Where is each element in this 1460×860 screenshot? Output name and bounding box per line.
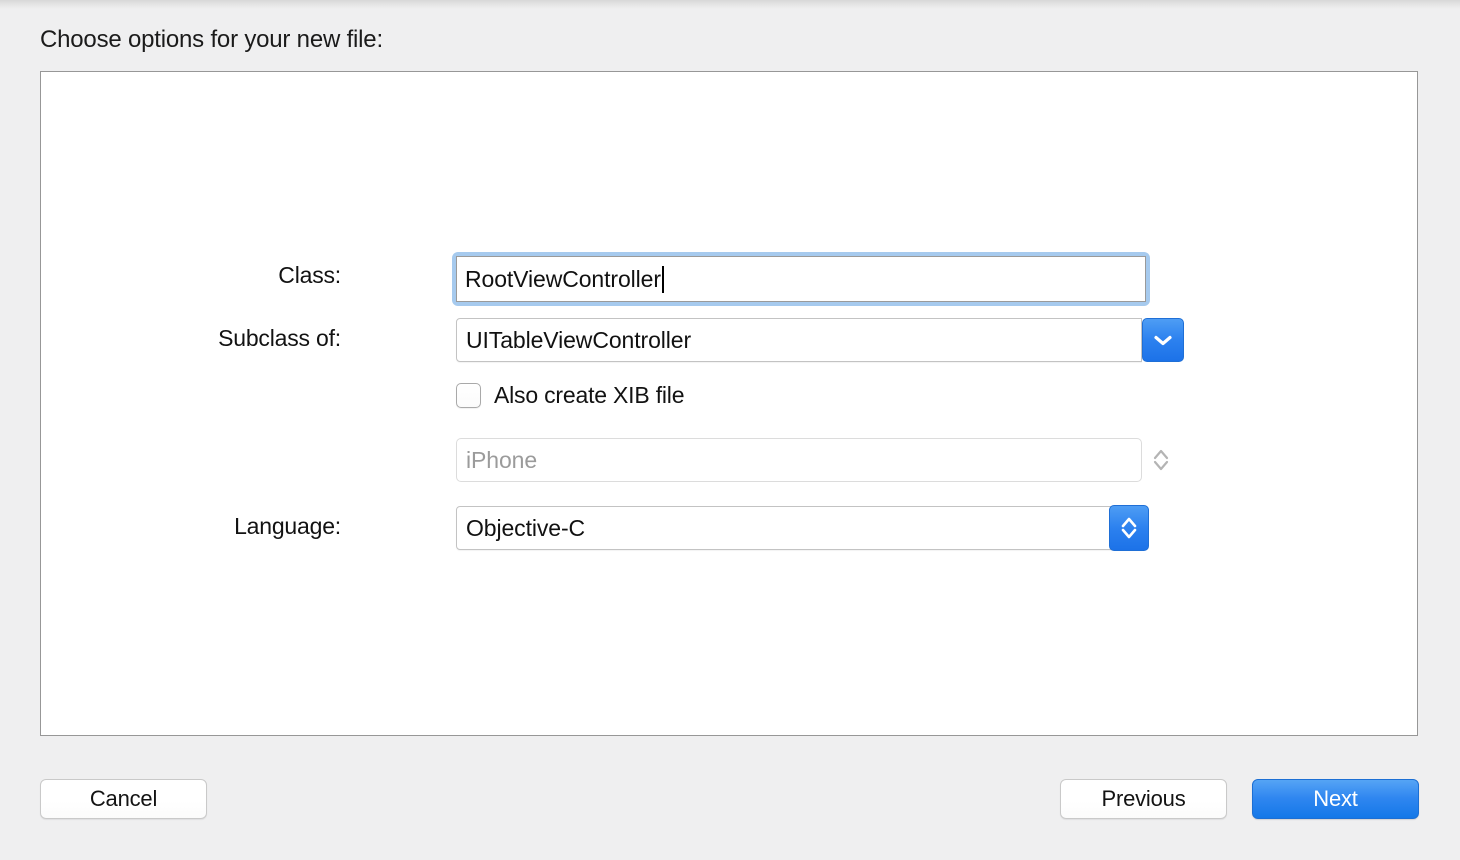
class-input[interactable]: RootViewController	[456, 256, 1146, 302]
stepper-chevrons-icon	[1151, 446, 1171, 474]
next-button[interactable]: Next	[1252, 779, 1419, 819]
language-popup[interactable]: Objective-C	[456, 506, 1142, 550]
also-create-xib-checkbox-row[interactable]: Also create XIB file	[456, 382, 685, 409]
also-create-xib-label: Also create XIB file	[494, 382, 685, 408]
new-file-options-form: Class: RootViewController Subclass of: U…	[41, 72, 1417, 735]
subclass-label: Subclass of:	[218, 325, 341, 351]
window-top-strip	[0, 0, 1460, 9]
language-popup-button[interactable]	[1109, 505, 1149, 551]
language-popup-value: Objective-C	[466, 514, 586, 541]
chevron-down-icon	[1153, 334, 1173, 347]
subclass-dropdown-button[interactable]	[1142, 318, 1184, 362]
class-label: Class:	[278, 262, 341, 288]
language-label: Language:	[234, 513, 341, 539]
device-popup: iPhone	[456, 438, 1142, 482]
device-popup-value: iPhone	[466, 446, 538, 473]
subclass-combobox[interactable]: UITableViewController	[456, 318, 1142, 362]
device-popup-arrows	[1146, 445, 1176, 475]
cancel-button[interactable]: Cancel	[40, 779, 207, 819]
previous-button[interactable]: Previous	[1060, 779, 1227, 819]
subclass-value: UITableViewController	[466, 326, 692, 353]
also-create-xib-checkbox[interactable]	[456, 383, 481, 408]
text-caret	[661, 265, 664, 293]
class-input-value: RootViewController	[465, 265, 661, 292]
options-panel: Class: RootViewController Subclass of: U…	[40, 71, 1418, 736]
stepper-chevrons-icon	[1119, 513, 1139, 543]
page-title: Choose options for your new file:	[40, 26, 383, 53]
